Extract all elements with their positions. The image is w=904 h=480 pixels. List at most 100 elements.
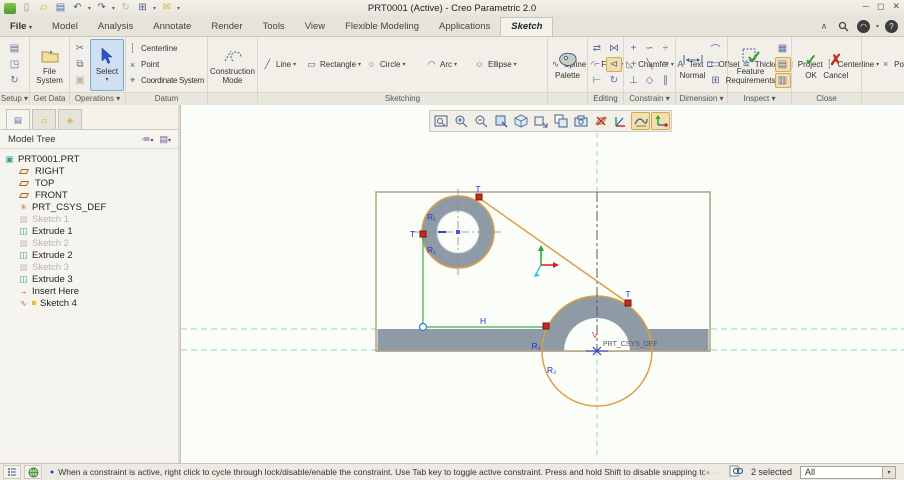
tree-item-insert-here[interactable]: → Insert Here bbox=[4, 285, 178, 297]
shade-closed-loops-icon[interactable]: ▥ bbox=[774, 73, 791, 88]
sketch-canvas[interactable]: T R₁ R₁ T T H R₂ R₂ V PRT_CSYS_DEF bbox=[181, 105, 904, 463]
horizontal-constraint-icon[interactable]: + bbox=[626, 57, 642, 72]
reference-dimension-icon[interactable]: ⊞ bbox=[707, 73, 723, 88]
navtab-favorites[interactable]: ◈ bbox=[58, 109, 82, 129]
reference-icon[interactable]: ◳ bbox=[7, 57, 23, 72]
tree-item-front[interactable]: FRONT bbox=[4, 189, 178, 201]
display-style-button[interactable] bbox=[511, 112, 530, 130]
find-icon[interactable] bbox=[729, 465, 744, 479]
help-icon[interactable]: ? bbox=[885, 19, 898, 33]
refit-button[interactable] bbox=[431, 112, 450, 130]
tree-filters-button[interactable]: ≔▾ bbox=[138, 134, 156, 145]
baseline-dimension-icon[interactable]: ▭ bbox=[707, 57, 723, 72]
overlapping-geometry-icon[interactable]: ▦ bbox=[775, 41, 791, 56]
tab-applications[interactable]: Applications bbox=[429, 18, 500, 36]
ok-button[interactable]: ✓ OK bbox=[805, 39, 818, 91]
datum-centerline-button[interactable]: ┆ Centerline bbox=[126, 41, 207, 56]
annotation-display-button[interactable] bbox=[611, 112, 630, 130]
tree-item-extrude2[interactable]: ◫ Extrude 2 bbox=[4, 249, 178, 261]
selected-constraint-square[interactable] bbox=[624, 299, 632, 307]
circle-button[interactable]: ○ Circle ▾ bbox=[365, 57, 425, 72]
palette-button[interactable]: Palette bbox=[555, 39, 580, 91]
tree-item-sketch1[interactable]: ▨ Sketch 1 bbox=[4, 213, 178, 225]
selection-filter-caret-icon[interactable]: ▾ bbox=[882, 466, 895, 478]
symmetric-constraint-icon[interactable]: ◇ bbox=[642, 73, 658, 88]
midpoint-constraint-icon[interactable]: ÷ bbox=[658, 41, 674, 56]
select-button[interactable]: Select ▾ bbox=[90, 38, 124, 91]
vertical-constraint-icon[interactable]: + bbox=[626, 41, 642, 56]
copy-icon[interactable]: ⧉ bbox=[72, 57, 88, 72]
feature-requirements-button[interactable]: Feature Requirements bbox=[726, 39, 775, 91]
tab-render[interactable]: Render bbox=[201, 18, 252, 36]
tangent-constraint-icon[interactable]: ∽ bbox=[642, 41, 658, 56]
collapse-ribbon-icon[interactable]: ∧ bbox=[817, 19, 831, 33]
ellipse-button[interactable]: ○ Ellipse ▾ bbox=[473, 57, 549, 72]
search-icon[interactable] bbox=[837, 19, 851, 33]
tree-item-sketch4[interactable]: ∿ Sketch 4 bbox=[4, 297, 178, 309]
close-button[interactable]: ✕ bbox=[892, 1, 900, 12]
tab-view[interactable]: View bbox=[295, 18, 335, 36]
coincident-constraint-icon[interactable]: ╲ bbox=[642, 57, 658, 72]
sketch-display-button[interactable] bbox=[631, 112, 650, 130]
restore-button[interactable]: ◻ bbox=[877, 1, 884, 12]
graphics-area[interactable]: T R₁ R₁ T T H R₂ R₂ V PRT_CSYS_DEF bbox=[181, 105, 904, 463]
datum-csys-button[interactable]: ⌖ Coordinate System bbox=[126, 73, 207, 88]
group-label-constrain[interactable]: Constrain ▾ bbox=[624, 92, 675, 105]
divide-icon[interactable]: ⊢ bbox=[589, 73, 605, 88]
datum-point-button[interactable]: × Point bbox=[126, 57, 207, 72]
selection-filter-dropdown[interactable]: All ▾ bbox=[800, 465, 896, 479]
repaint-button[interactable] bbox=[491, 112, 510, 130]
delete-segment-icon[interactable]: ⊲ bbox=[606, 56, 622, 72]
line-button[interactable]: ╱ Line ▾ bbox=[261, 57, 305, 72]
parallel-constraint-icon[interactable]: ∥ bbox=[658, 73, 674, 88]
equal-constraint-icon[interactable]: = bbox=[658, 57, 674, 72]
group-label-inspect[interactable]: Inspect ▾ bbox=[728, 92, 791, 105]
modify-icon[interactable]: ⇄ bbox=[589, 41, 605, 56]
minimize-button[interactable]: ─ bbox=[863, 1, 869, 12]
navtab-folder-browser[interactable]: ▱ bbox=[32, 109, 56, 129]
tree-item-right[interactable]: RIGHT bbox=[4, 165, 178, 177]
zoom-in-button[interactable] bbox=[451, 112, 470, 130]
coincident-glyph[interactable] bbox=[418, 322, 428, 332]
tab-analysis[interactable]: Analysis bbox=[88, 18, 143, 36]
perpendicular-constraint-icon[interactable]: ⊥ bbox=[626, 73, 642, 88]
tree-item-sketch2[interactable]: ▨ Sketch 2 bbox=[4, 237, 178, 249]
tab-flexible-modeling[interactable]: Flexible Modeling bbox=[335, 18, 429, 36]
tree-item-csys[interactable]: ✳ PRT_CSYS_DEF bbox=[4, 201, 178, 213]
group-label-operations[interactable]: Operations ▾ bbox=[70, 92, 125, 105]
community-icon[interactable]: ◠ bbox=[856, 19, 870, 33]
navtab-model-tree[interactable]: ▤ bbox=[6, 109, 30, 129]
group-label-dimension[interactable]: Dimension ▾ bbox=[676, 92, 727, 105]
group-label-setup[interactable]: Setup ▾ bbox=[0, 92, 29, 105]
tab-file[interactable]: File ▾ bbox=[0, 18, 42, 36]
zoom-out-button[interactable] bbox=[471, 112, 490, 130]
props-icon[interactable]: ↻ bbox=[7, 73, 23, 88]
cut-icon[interactable]: ✂ bbox=[72, 41, 88, 56]
selected-constraint-square[interactable] bbox=[419, 230, 427, 238]
browser-toggle-button[interactable] bbox=[24, 465, 42, 479]
highlight-open-ends-icon[interactable]: ▤ bbox=[774, 57, 791, 72]
tab-model[interactable]: Model bbox=[42, 18, 88, 36]
selected-constraint-square[interactable] bbox=[542, 322, 550, 330]
tree-item-part[interactable]: ▣ PRT0001.PRT bbox=[4, 153, 178, 165]
rectangle-button[interactable]: ▭ Rectangle ▾ bbox=[305, 57, 365, 72]
sketch-orientation-button[interactable] bbox=[651, 112, 670, 130]
tree-item-sketch3[interactable]: ▨ Sketch 3 bbox=[4, 261, 178, 273]
cancel-button[interactable]: ✗ Cancel bbox=[823, 39, 848, 91]
arc-button[interactable]: ◠ Arc ▾ bbox=[425, 57, 473, 72]
datum-display-button[interactable] bbox=[591, 112, 610, 130]
construction-mode-button[interactable]: Construction Mode bbox=[208, 39, 257, 91]
community-caret-icon[interactable]: ▾ bbox=[876, 23, 879, 30]
file-system-button[interactable]: File System bbox=[30, 39, 69, 91]
paste-icon[interactable]: ▣ bbox=[72, 73, 88, 88]
tree-item-extrude3[interactable]: ◫ Extrude 3 bbox=[4, 273, 178, 285]
capture-image-button[interactable] bbox=[571, 112, 590, 130]
view-manager-button[interactable] bbox=[551, 112, 570, 130]
mirror-icon[interactable]: ⋈ bbox=[606, 41, 622, 56]
tree-item-top[interactable]: TOP bbox=[4, 177, 178, 189]
perimeter-dimension-icon[interactable]: ⌒ bbox=[707, 41, 723, 56]
sketch-setup-icon[interactable]: ▤ bbox=[7, 41, 23, 56]
navigator-toggle-button[interactable] bbox=[3, 465, 21, 479]
saved-orientations-button[interactable] bbox=[531, 112, 550, 130]
rotate-resize-icon[interactable]: ↻ bbox=[606, 73, 622, 88]
